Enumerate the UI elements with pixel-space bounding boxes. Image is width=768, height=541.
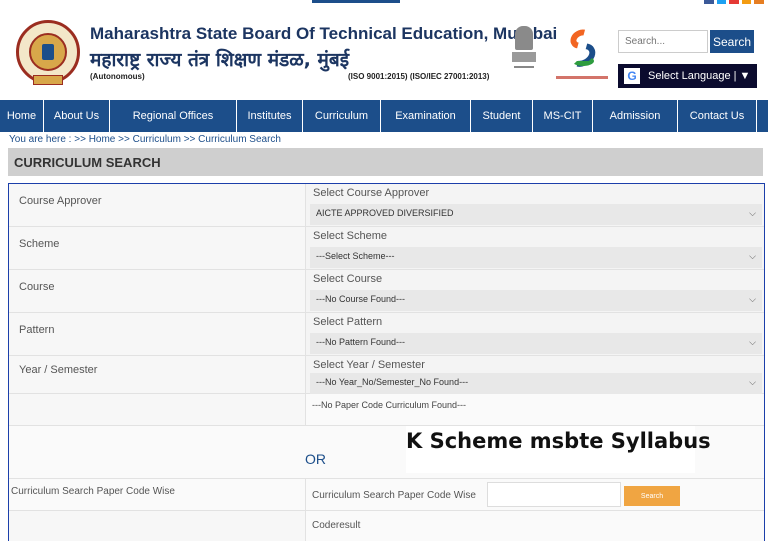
autonomous-label: (Autonomous) bbox=[90, 72, 145, 81]
youtube-icon[interactable] bbox=[729, 0, 739, 4]
paper-code-input-label: Curriculum Search Paper Code Wise bbox=[312, 490, 476, 501]
page-title: CURRICULUM SEARCH bbox=[14, 155, 161, 170]
nav-item-about-us[interactable]: About Us bbox=[44, 100, 110, 132]
iso-certification: (ISO 9001:2015) (ISO/IEC 27001:2013) bbox=[348, 72, 490, 81]
nav-item-curriculum[interactable]: Curriculum bbox=[303, 100, 381, 132]
nav-item-regional-offices[interactable]: Regional Offices bbox=[110, 100, 237, 132]
google-translate-icon: G bbox=[624, 68, 640, 84]
year-semester-label: Year / Semester bbox=[19, 364, 98, 376]
year-semester-value: ---No Year_No/Semester_No Found--- bbox=[316, 377, 469, 387]
site-search-input[interactable] bbox=[618, 30, 708, 53]
paper-code-input[interactable] bbox=[487, 482, 621, 507]
form-row-course-approver: Course Approver Select Course Approver A… bbox=[9, 184, 764, 227]
nav-item-home[interactable]: Home bbox=[0, 100, 44, 132]
chevron-down-icon: ⌵ bbox=[749, 208, 756, 218]
scheme-select[interactable]: ---Select Scheme--- ⌵ bbox=[310, 247, 762, 268]
site-header: Maharashtra State Board Of Technical Edu… bbox=[0, 8, 768, 100]
select-language-dropdown[interactable]: G Select Language | ▼ bbox=[618, 64, 757, 88]
chevron-down-icon: ⌵ bbox=[749, 294, 756, 304]
scheme-value: ---Select Scheme--- bbox=[316, 251, 395, 261]
national-emblem-icon bbox=[512, 26, 536, 80]
course-approver-value: AICTE APPROVED DIVERSIFIED bbox=[316, 208, 454, 218]
nav-item-admission[interactable]: Admission bbox=[593, 100, 678, 132]
top-strip bbox=[0, 0, 768, 8]
logo-ribbon bbox=[33, 75, 63, 85]
no-paper-code-message: ---No Paper Code Curriculum Found--- bbox=[312, 400, 467, 410]
course-select[interactable]: ---No Course Found--- ⌵ bbox=[310, 290, 762, 311]
course-approver-label: Course Approver bbox=[19, 195, 102, 207]
share-icon[interactable] bbox=[754, 0, 764, 4]
rss-icon[interactable] bbox=[741, 0, 752, 4]
k-scheme-banner-text: K Scheme msbte Syllabus bbox=[406, 429, 711, 453]
course-label: Course bbox=[19, 281, 55, 293]
course-approver-caption: Select Course Approver bbox=[313, 187, 430, 199]
pattern-caption: Select Pattern bbox=[313, 316, 383, 328]
twitter-icon[interactable] bbox=[716, 0, 727, 4]
course-caption: Select Course bbox=[313, 273, 383, 285]
paper-code-label: Curriculum Search Paper Code Wise bbox=[11, 486, 175, 497]
or-separator: OR bbox=[305, 451, 326, 467]
nav-item-contact-us[interactable]: Contact Us bbox=[678, 100, 757, 132]
year-semester-select[interactable]: ---No Year_No/Semester_No Found--- ⌵ bbox=[310, 373, 762, 394]
chevron-down-icon: ⌵ bbox=[749, 337, 756, 347]
paper-code-search-button[interactable]: Search bbox=[624, 486, 680, 506]
course-approver-select[interactable]: AICTE APPROVED DIVERSIFIED ⌵ bbox=[310, 204, 762, 225]
pattern-select[interactable]: ---No Pattern Found--- ⌵ bbox=[310, 333, 762, 354]
facebook-icon[interactable] bbox=[704, 0, 714, 4]
top-accent-bar bbox=[312, 0, 400, 3]
form-row-course: Course Select Course ---No Course Found-… bbox=[9, 270, 764, 313]
nav-item-ms-cit[interactable]: MS-CIT bbox=[533, 100, 593, 132]
chevron-down-icon: ⌵ bbox=[749, 251, 756, 261]
coderesult-label: Coderesult bbox=[312, 520, 361, 531]
form-row-scheme: Scheme Select Scheme ---Select Scheme---… bbox=[9, 227, 764, 270]
breadcrumb[interactable]: You are here : >> Home >> Curriculum >> … bbox=[9, 134, 281, 145]
azadi-ka-amrit-mahotsav-logo bbox=[556, 25, 608, 84]
social-icons bbox=[704, 0, 764, 4]
site-title-english: Maharashtra State Board Of Technical Edu… bbox=[90, 24, 558, 43]
site-search-button[interactable]: Search bbox=[710, 30, 754, 53]
k-scheme-banner: K Scheme msbte Syllabus bbox=[406, 426, 711, 473]
year-semester-caption: Select Year / Semester bbox=[313, 359, 425, 371]
form-row-or: OR K Scheme msbte Syllabus bbox=[9, 426, 764, 479]
chevron-down-icon: ⌵ bbox=[749, 377, 756, 387]
main-nav: Home About Us Regional Offices Institute… bbox=[0, 100, 768, 132]
page-title-bar: CURRICULUM SEARCH bbox=[8, 148, 763, 176]
pattern-label: Pattern bbox=[19, 324, 55, 336]
form-row-paper-code: Curriculum Search Paper Code Wise Curric… bbox=[9, 479, 764, 511]
scheme-label: Scheme bbox=[19, 238, 60, 250]
form-row-coderesult: Coderesult bbox=[9, 511, 764, 541]
form-row-no-paper-code: ---No Paper Code Curriculum Found--- bbox=[9, 394, 764, 426]
curriculum-search-form: Course Approver Select Course Approver A… bbox=[8, 183, 765, 541]
form-row-pattern: Pattern Select Pattern ---No Pattern Fou… bbox=[9, 313, 764, 356]
scheme-caption: Select Scheme bbox=[313, 230, 387, 242]
nav-item-student[interactable]: Student bbox=[471, 100, 533, 132]
site-title-marathi: महाराष्ट्र राज्य तंत्र शिक्षण मंडळ, मुंब… bbox=[90, 49, 350, 71]
form-row-year-semester: Year / Semester Select Year / Semester -… bbox=[9, 356, 764, 394]
nav-item-institutes[interactable]: Institutes bbox=[237, 100, 303, 132]
logo-emblem-icon bbox=[29, 33, 67, 71]
pattern-value: ---No Pattern Found--- bbox=[316, 337, 406, 347]
nav-item-examination[interactable]: Examination bbox=[381, 100, 471, 132]
msbte-logo[interactable] bbox=[16, 20, 80, 85]
select-language-label: Select Language | ▼ bbox=[648, 70, 751, 82]
course-value: ---No Course Found--- bbox=[316, 294, 406, 304]
